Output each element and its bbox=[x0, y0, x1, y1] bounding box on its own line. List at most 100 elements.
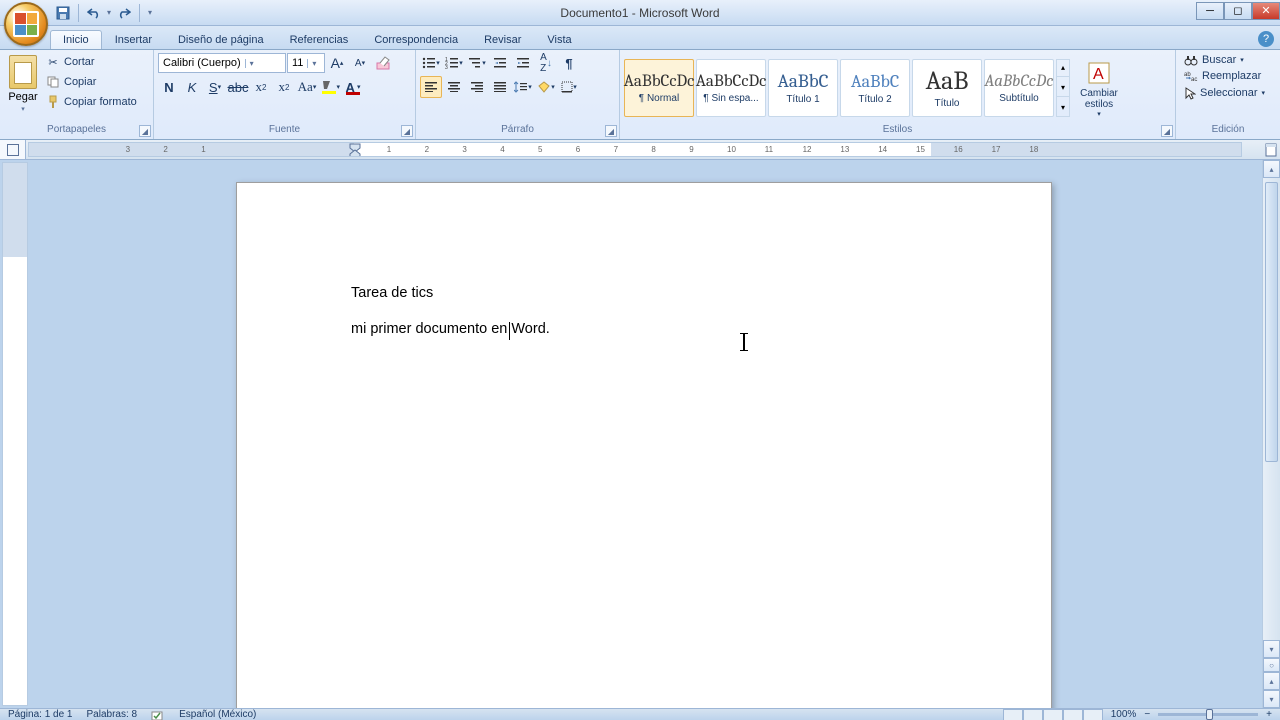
justify-button[interactable] bbox=[489, 76, 511, 98]
page[interactable]: Tarea de tics mi primer documento en Wor… bbox=[236, 182, 1052, 708]
italic-button[interactable]: K bbox=[181, 76, 203, 98]
vertical-ruler[interactable] bbox=[2, 162, 28, 706]
font-size-combo[interactable]: 11 ▾ bbox=[287, 53, 325, 73]
office-button[interactable] bbox=[4, 2, 48, 46]
numbering-button[interactable]: 123▾ bbox=[443, 52, 465, 74]
status-page[interactable]: Página: 1 de 1 bbox=[8, 709, 73, 720]
parrafo-launcher[interactable]: ◢ bbox=[605, 125, 617, 137]
replace-button[interactable]: abac Reemplazar bbox=[1180, 68, 1265, 84]
shading-button[interactable]: ▾ bbox=[535, 76, 557, 98]
help-button[interactable]: ? bbox=[1258, 31, 1274, 47]
tab-referencias[interactable]: Referencias bbox=[277, 30, 362, 49]
view-web-layout-button[interactable] bbox=[1043, 709, 1063, 720]
change-styles-button[interactable]: A Cambiar estilos ▾ bbox=[1072, 54, 1126, 122]
select-button[interactable]: Seleccionar ▾ bbox=[1180, 84, 1269, 102]
style-subtitulo[interactable]: AaBbCcDc Subtítulo bbox=[984, 59, 1054, 117]
replace-label: Reemplazar bbox=[1202, 70, 1261, 82]
next-page-button[interactable]: ▾ bbox=[1263, 690, 1280, 708]
style-titulo[interactable]: AaB Título bbox=[912, 59, 982, 117]
zoom-slider[interactable] bbox=[1158, 713, 1258, 716]
tab-revisar[interactable]: Revisar bbox=[471, 30, 534, 49]
line-spacing-button[interactable]: ▾ bbox=[512, 76, 534, 98]
maximize-button[interactable]: ◻ bbox=[1224, 2, 1252, 20]
qat-customize-button[interactable]: ▾ bbox=[144, 8, 156, 17]
style-titulo2[interactable]: AaBbC Título 2 bbox=[840, 59, 910, 117]
paragraph-1[interactable]: Tarea de tics bbox=[351, 283, 957, 305]
paste-button[interactable]: Pegar ▾ bbox=[4, 52, 42, 116]
view-draft-button[interactable] bbox=[1083, 709, 1103, 720]
bold-button[interactable]: N bbox=[158, 76, 180, 98]
subscript-button[interactable]: x2 bbox=[250, 76, 272, 98]
increase-indent-button[interactable] bbox=[512, 52, 534, 74]
proofing-icon[interactable] bbox=[151, 709, 165, 720]
indent-marker-icon[interactable] bbox=[349, 143, 361, 157]
view-outline-button[interactable] bbox=[1063, 709, 1083, 720]
tab-insertar[interactable]: Insertar bbox=[102, 30, 165, 49]
style-normal[interactable]: AaBbCcDc ¶ Normal bbox=[624, 59, 694, 117]
horizontal-ruler[interactable]: 321123456789101112131415161718 bbox=[28, 142, 1242, 157]
close-button[interactable]: ✕ bbox=[1252, 2, 1280, 20]
qat-save-button[interactable] bbox=[52, 2, 74, 24]
font-name-combo[interactable]: Calibri (Cuerpo) ▾ bbox=[158, 53, 286, 73]
view-print-layout-button[interactable] bbox=[1003, 709, 1023, 720]
zoom-in-button[interactable]: + bbox=[1266, 709, 1272, 720]
cut-button[interactable]: ✂ Cortar bbox=[44, 52, 139, 72]
styles-gallery-scroll[interactable]: ▴ ▾ ▾ bbox=[1056, 59, 1070, 117]
minimize-button[interactable]: ─ bbox=[1196, 2, 1224, 20]
highlight-color-button[interactable]: ▾ bbox=[319, 76, 341, 98]
find-label: Buscar bbox=[1202, 54, 1236, 66]
zoom-level[interactable]: 100% bbox=[1111, 709, 1137, 720]
format-painter-label: Copiar formato bbox=[64, 96, 137, 108]
grow-font-button[interactable]: A▴ bbox=[326, 52, 348, 74]
document-viewport[interactable]: Tarea de tics mi primer documento en Wor… bbox=[28, 160, 1262, 708]
format-painter-button[interactable]: Copiar formato bbox=[44, 92, 139, 112]
estilos-launcher[interactable]: ◢ bbox=[1161, 125, 1173, 137]
align-left-button[interactable] bbox=[420, 76, 442, 98]
zoom-out-button[interactable]: − bbox=[1144, 709, 1150, 720]
show-marks-button[interactable]: ¶ bbox=[558, 52, 580, 74]
tab-selector[interactable] bbox=[0, 140, 26, 159]
tab-inicio[interactable]: Inicio bbox=[50, 30, 102, 49]
paragraph-2[interactable]: mi primer documento en Word. bbox=[351, 319, 957, 341]
style-titulo1[interactable]: AaBbC Título 1 bbox=[768, 59, 838, 117]
bullets-button[interactable]: ▾ bbox=[420, 52, 442, 74]
view-full-screen-button[interactable] bbox=[1023, 709, 1043, 720]
font-color-button[interactable]: A▾ bbox=[342, 76, 364, 98]
scroll-down-button[interactable]: ▾ bbox=[1263, 640, 1280, 658]
tab-diseno-pagina[interactable]: Diseño de página bbox=[165, 30, 277, 49]
scroll-up-button[interactable]: ▴ bbox=[1263, 160, 1280, 178]
scroll-thumb[interactable] bbox=[1265, 182, 1278, 462]
undo-dropdown-icon[interactable]: ▾ bbox=[107, 8, 111, 17]
align-right-button[interactable] bbox=[466, 76, 488, 98]
shrink-font-button[interactable]: A▾ bbox=[349, 52, 371, 74]
superscript-button[interactable]: x2 bbox=[273, 76, 295, 98]
borders-button[interactable]: ▾ bbox=[558, 76, 580, 98]
vertical-scrollbar[interactable]: ▴ ▾ ○ ▴ ▾ bbox=[1262, 160, 1280, 708]
change-case-button[interactable]: Aa▾ bbox=[296, 76, 318, 98]
portapapeles-launcher[interactable]: ◢ bbox=[139, 125, 151, 137]
zoom-handle[interactable] bbox=[1206, 709, 1213, 720]
qat-separator bbox=[78, 4, 79, 22]
align-center-button[interactable] bbox=[443, 76, 465, 98]
decrease-indent-button[interactable] bbox=[489, 52, 511, 74]
strikethrough-button[interactable]: abc bbox=[227, 76, 249, 98]
scissors-icon: ✂ bbox=[46, 55, 60, 69]
tab-vista[interactable]: Vista bbox=[534, 30, 584, 49]
status-language[interactable]: Español (México) bbox=[179, 709, 256, 720]
sort-button[interactable]: AZ↓ bbox=[535, 52, 557, 74]
fuente-launcher[interactable]: ◢ bbox=[401, 125, 413, 137]
style-sin-espaciado[interactable]: AaBbCcDc ¶ Sin espa... bbox=[696, 59, 766, 117]
qat-undo-button[interactable] bbox=[83, 2, 105, 24]
qat-redo-button[interactable] bbox=[113, 2, 135, 24]
status-words[interactable]: Palabras: 8 bbox=[87, 709, 138, 720]
copy-button[interactable]: Copiar bbox=[44, 72, 139, 92]
clear-formatting-button[interactable] bbox=[372, 52, 394, 74]
ruler-toggle-button[interactable] bbox=[1262, 140, 1280, 159]
underline-button[interactable]: S▾ bbox=[204, 76, 226, 98]
multilevel-list-button[interactable]: ▾ bbox=[466, 52, 488, 74]
find-button[interactable]: Buscar ▾ bbox=[1180, 52, 1248, 68]
scroll-track[interactable] bbox=[1263, 178, 1280, 640]
browse-object-button[interactable]: ○ bbox=[1263, 658, 1280, 672]
tab-correspondencia[interactable]: Correspondencia bbox=[361, 30, 471, 49]
prev-page-button[interactable]: ▴ bbox=[1263, 672, 1280, 690]
